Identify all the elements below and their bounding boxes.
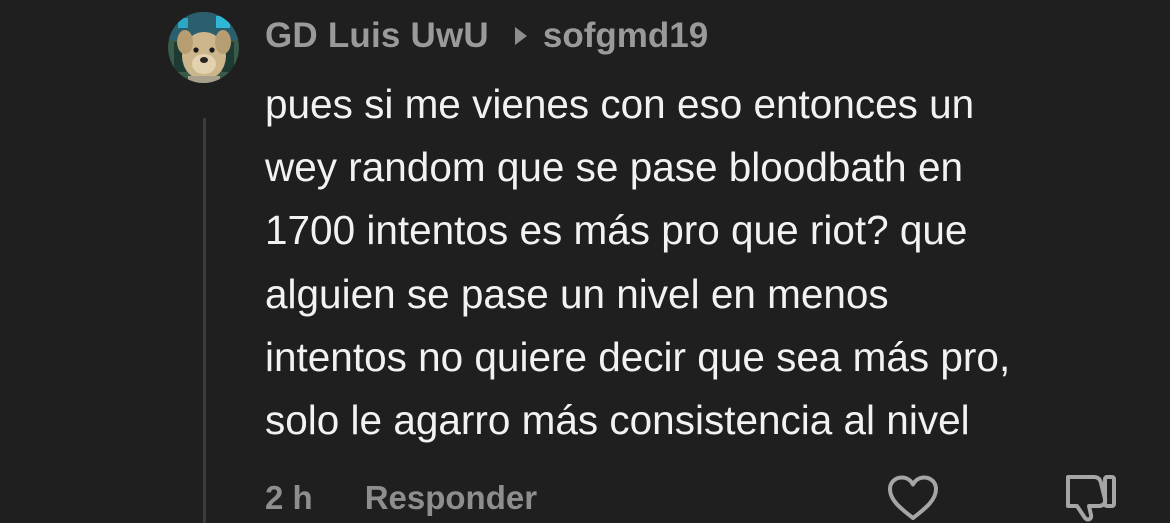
comment-line: 1700 intentos es más pro que riot? que: [265, 207, 968, 254]
reply-button[interactable]: Responder: [365, 479, 537, 517]
comment-line: intentos no quiere decir que sea más pro…: [265, 333, 1011, 380]
avatar[interactable]: [168, 12, 239, 83]
comment-line: alguien se pase un nivel en menos: [265, 270, 889, 317]
dog-face-avatar-icon: [168, 12, 239, 83]
comment-text: pues si me vienes con eso entonces un we…: [265, 73, 1145, 452]
comment-header: GD Luis UwU sofgmd19: [265, 14, 708, 58]
thread-line: [203, 118, 206, 523]
comment-line: solo le agarro más consistencia al nivel: [265, 397, 970, 444]
timestamp: 2 h: [265, 479, 313, 516]
thumbs-down-icon: [1066, 475, 1116, 522]
dislike-button[interactable]: [1060, 472, 1118, 523]
comment-line: wey random que se pase bloodbath en: [265, 144, 963, 191]
heart-icon: [888, 475, 938, 520]
comment-reply: GD Luis UwU sofgmd19 pues si me vienes c…: [0, 0, 1170, 523]
reply-to-username[interactable]: sofgmd19: [543, 16, 708, 56]
author-name[interactable]: GD Luis UwU: [265, 16, 489, 56]
like-button[interactable]: [886, 474, 940, 522]
comment-footer: 2 h Responder: [265, 475, 537, 521]
caret-right-icon: [514, 27, 527, 45]
comment-line: pues si me vienes con eso entonces un: [265, 81, 975, 127]
